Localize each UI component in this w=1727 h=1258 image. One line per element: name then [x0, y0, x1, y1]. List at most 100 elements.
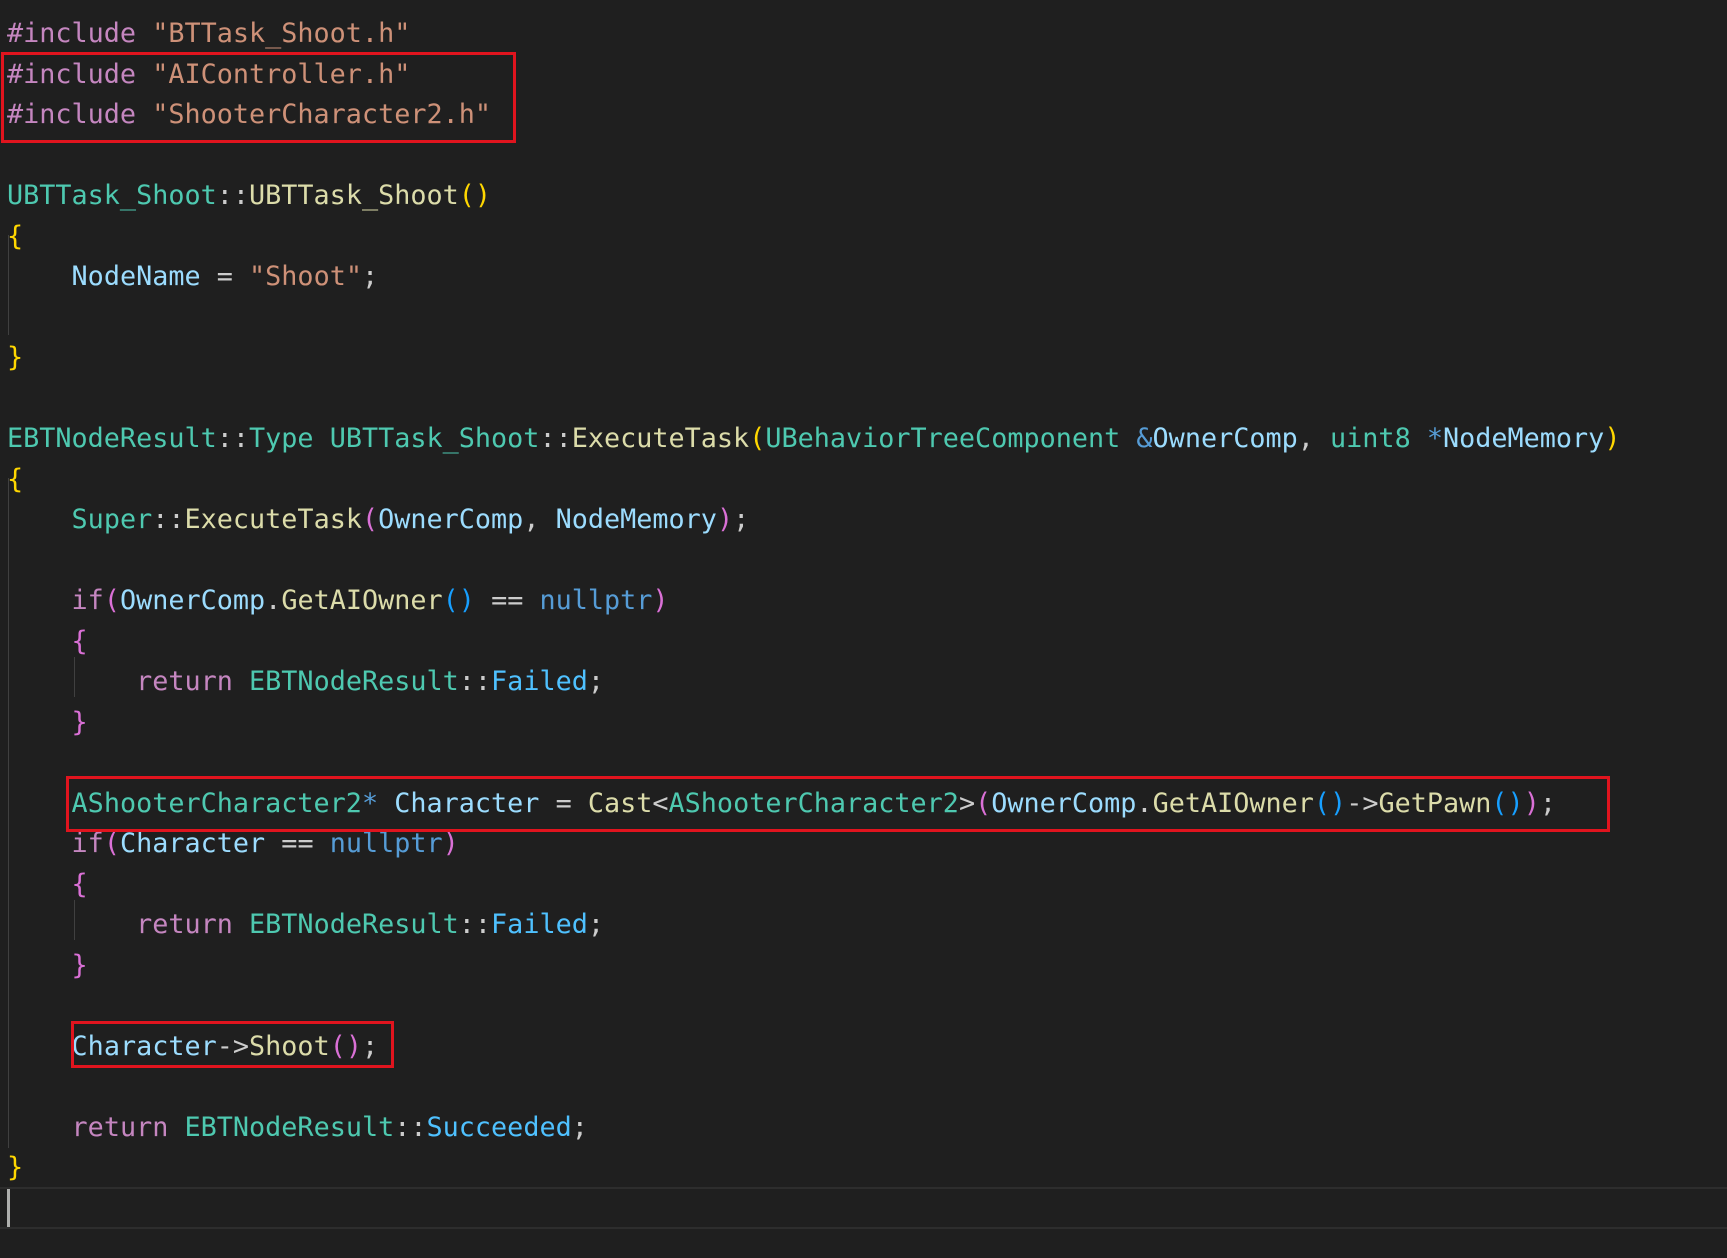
- code-token: ::: [458, 909, 492, 940]
- code-token: *: [1426, 423, 1443, 454]
- code-token: ;: [361, 261, 379, 292]
- code-token: ExecuteTask: [571, 423, 750, 454]
- code-token: (: [103, 828, 120, 859]
- highlight-box-includes: [1, 52, 516, 143]
- code-line[interactable]: if(OwnerComp.GetAIOwner() == nullptr): [7, 581, 669, 622]
- code-token: ;: [587, 909, 604, 940]
- code-token: if: [71, 828, 104, 859]
- code-token: Character: [119, 828, 266, 859]
- code-token: UBehaviorTreeComponent: [765, 423, 1121, 454]
- code-token: ,: [1297, 423, 1331, 454]
- code-token: ;: [733, 504, 750, 535]
- code-token: nullptr: [329, 828, 443, 859]
- code-token: .: [265, 585, 282, 616]
- code-token: }: [7, 342, 24, 373]
- code-token: ): [442, 828, 459, 859]
- code-token: ): [716, 504, 734, 535]
- code-token: {: [7, 220, 24, 252]
- code-token: EBTNodeResult: [249, 666, 459, 697]
- code-token: UBTTask_Shoot: [329, 423, 540, 454]
- code-line[interactable]: EBTNodeResult::Type UBTTask_Shoot::Execu…: [7, 419, 1620, 460]
- code-token: NodeMemory: [1442, 423, 1605, 454]
- code-line[interactable]: Super::ExecuteTask(OwnerComp, NodeMemory…: [7, 500, 750, 541]
- code-token: Succeeded: [426, 1111, 572, 1143]
- code-line[interactable]: }: [7, 703, 88, 744]
- code-token: {: [71, 625, 88, 657]
- code-token: GetAIOwner: [281, 585, 443, 616]
- current-line-highlight: [0, 1187, 1727, 1229]
- code-line[interactable]: {: [7, 460, 23, 501]
- code-line[interactable]: }: [7, 338, 23, 379]
- code-token: ): [1604, 423, 1621, 454]
- code-token: return: [71, 1111, 169, 1143]
- code-token: ::: [394, 1111, 427, 1143]
- code-token: (: [103, 585, 120, 616]
- code-line[interactable]: }: [7, 946, 88, 987]
- code-token: ): [652, 585, 669, 616]
- code-token: =: [200, 261, 250, 292]
- code-token: EBTNodeResult: [7, 423, 217, 454]
- code-token: &: [1136, 423, 1153, 454]
- code-token: EBTNodeResult: [249, 909, 459, 940]
- text-cursor: [7, 1189, 10, 1227]
- indent-guide-constructor: [8, 235, 9, 335]
- code-token: (): [442, 585, 475, 616]
- code-line[interactable]: {: [7, 217, 23, 258]
- code-token: return: [136, 909, 233, 940]
- code-token: nullptr: [539, 585, 653, 616]
- code-token: (: [749, 423, 766, 454]
- code-token: ==: [474, 585, 540, 616]
- code-line[interactable]: return EBTNodeResult::Failed;: [7, 905, 604, 946]
- code-token: Type: [249, 423, 314, 454]
- code-token: ::: [152, 504, 185, 535]
- code-line[interactable]: NodeName = "Shoot";: [7, 257, 379, 298]
- code-token: return: [136, 666, 233, 697]
- code-line[interactable]: return EBTNodeResult::Succeeded;: [7, 1108, 588, 1149]
- code-token: ::: [458, 666, 492, 697]
- code-token: ::: [216, 423, 250, 454]
- code-line[interactable]: }: [7, 1148, 23, 1189]
- code-token: ;: [571, 1111, 588, 1143]
- indent-guide-if-character: [74, 900, 75, 940]
- code-token: OwnerComp: [378, 504, 524, 535]
- code-token: }: [71, 706, 88, 738]
- code-token: if: [71, 585, 104, 616]
- code-line[interactable]: {: [7, 865, 88, 906]
- code-editor[interactable]: #include "BTTask_Shoot.h" #include "AICon…: [0, 0, 1727, 1258]
- code-line[interactable]: {: [7, 622, 88, 663]
- code-token: (: [361, 504, 379, 535]
- code-token: uint8: [1330, 423, 1411, 454]
- code-token: {: [7, 463, 24, 495]
- code-token: OwnerComp: [1152, 423, 1298, 454]
- code-line[interactable]: UBTTask_Shoot::UBTTask_Shoot(): [7, 176, 491, 217]
- code-token: {: [71, 868, 88, 900]
- code-token: ;: [587, 666, 604, 697]
- code-token: ==: [265, 828, 330, 859]
- highlight-box-cast-line: [66, 776, 1610, 832]
- code-token: "Shoot": [249, 261, 362, 292]
- code-line[interactable]: return EBTNodeResult::Failed;: [7, 662, 604, 703]
- code-line[interactable]: #include "BTTask_Shoot.h": [7, 14, 410, 55]
- code-token: UBTTask_Shoot: [249, 180, 459, 211]
- code-token: Super: [71, 504, 153, 535]
- code-token: ::: [216, 180, 250, 211]
- indent-guide-execute-task: [8, 478, 9, 1148]
- code-token: NodeName: [71, 261, 201, 292]
- code-token: NodeMemory: [555, 504, 717, 535]
